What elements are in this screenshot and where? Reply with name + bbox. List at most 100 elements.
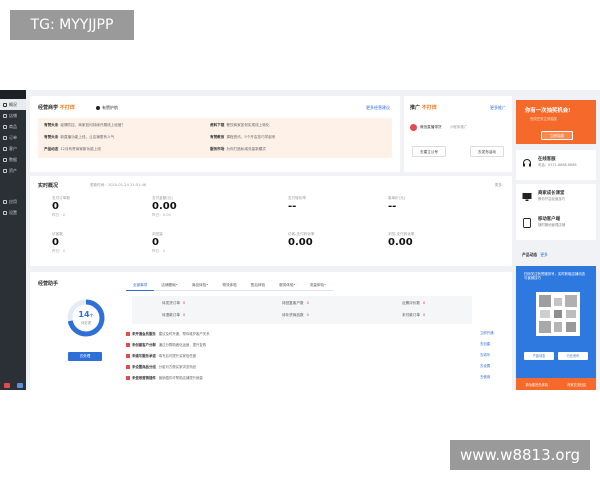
realtime-title: 实时概况 — [38, 183, 59, 189]
sidebar-item-label: 商品 — [9, 123, 17, 129]
ring-center: 14个 待处理 — [78, 310, 94, 326]
task-action-link[interactable]: 去设置 — [480, 363, 490, 370]
todo-ring: 14个 待处理 — [66, 298, 106, 338]
sidebar-item-data[interactable]: 数据 — [0, 154, 26, 165]
gear-icon — [3, 210, 7, 215]
task-action-link[interactable]: 去填写 — [480, 352, 490, 359]
todo-item[interactable]: 近期评价数 0 — [402, 301, 425, 306]
tab-logistics[interactable]: 物流体验 — [215, 280, 244, 291]
sidebar-item-customers[interactable]: 客户 — [0, 143, 26, 154]
tab-all[interactable]: 全部事项 — [126, 280, 155, 291]
list-item[interactable]: 服务市场 为你打造私域流量新模式 — [210, 147, 266, 152]
product-news-more-link[interactable]: 更多 — [540, 252, 548, 257]
alert-icon — [126, 375, 130, 380]
watermark-top: TG: MYYJJPP — [10, 10, 134, 40]
list-item[interactable]: 资料下载 餐饮商家如何实现线上转化 — [210, 123, 270, 128]
task-item: 未创建客户分群 通过分群精细化运营，提升复购 — [126, 341, 206, 348]
watermark-bottom: www.w8813.org — [450, 440, 590, 470]
publish-activity-button[interactable]: 去发布活动 — [470, 146, 504, 157]
live-icon — [410, 124, 417, 131]
todo-item[interactable]: 待发货订单 0 — [162, 301, 185, 306]
industry-news-button[interactable]: 行业资讯 — [558, 352, 588, 360]
order-icon — [3, 135, 7, 140]
tab-goods[interactable]: 商品体验• — [184, 280, 216, 291]
lottery-title: 你有一次抽奖机会! — [525, 108, 571, 114]
stat-visitors: 访客数 0 昨日：0 — [52, 232, 66, 253]
qr-description: 扫码关注有赞服务号，实时获取店铺动态与营销技巧 — [524, 272, 586, 281]
create-account-button[interactable]: 去建立公号 — [412, 146, 446, 157]
task-action-link[interactable]: 去使用 — [480, 374, 490, 381]
monitor-icon — [522, 193, 532, 201]
service-links-card: 商家成长课堂 教你开店经营技巧 移动客户端 随时随地管理店铺 — [516, 184, 596, 240]
qr-code-image — [536, 292, 580, 336]
stat-paid-amount: 支付金额(元) 0.00 昨日：0.00 — [152, 196, 177, 217]
promo-more-link[interactable]: 更多推广 — [490, 105, 506, 111]
notice-list: 有赞头条 疫情防控，商家如何持续开展线上经营？ 资料下载 餐饮商家如何实现线上转化 … — [38, 118, 392, 158]
task-action-link[interactable]: 去创建 — [480, 341, 490, 348]
qr-card-footer: 新功能抢先体验 商家交流社区 — [516, 378, 596, 390]
sidebar-item-settings[interactable]: 设置 — [0, 207, 26, 218]
list-item[interactable]: 产品动态 12月有赞商家新功能上线 — [44, 147, 101, 152]
promotion-panel: 推广 不打烊 更多推广 微信直播带货 小程序推广 去建立公号 去发布活动 — [404, 96, 512, 172]
tab-after-sales[interactable]: 售后体验 — [243, 280, 273, 291]
stat-paid-orders: 支付订单数 0 昨日：0 — [52, 196, 70, 217]
task-item: 未开通会员服务 建议及时开通，帮你维护客户关系 — [126, 330, 210, 337]
sidebar-item-assets[interactable]: 资产 — [0, 165, 26, 176]
notice-more-link[interactable]: 更多经营建议 — [366, 105, 390, 111]
task-action-link[interactable]: 立即开通 — [480, 330, 494, 337]
helper-title: 经营助手 — [38, 281, 59, 287]
tab-service[interactable]: 服务体验• — [272, 280, 303, 291]
product-news-title: 产品动态 更多 — [522, 252, 548, 257]
message-icon[interactable] — [16, 382, 23, 388]
update-time: 更新时间：2020-01-24 23:51:46 — [90, 183, 147, 187]
sidebar-item-overview[interactable]: 概况 — [0, 99, 26, 110]
promo-item[interactable]: 微信直播带货 小程序推广 — [410, 124, 468, 131]
sidebar-item-goods[interactable]: 商品 — [0, 121, 26, 132]
community-link[interactable]: 商家交流社区 — [567, 382, 586, 387]
realtime-more-link[interactable]: 更多 — [495, 183, 502, 188]
admin-dashboard: 概况 店铺 商品 订单 客户 数据 资产 应用 设置 经营商学 不打烊 有赞护航… — [0, 90, 600, 390]
chart-icon — [3, 157, 7, 162]
tab-traffic[interactable]: 流量体验• — [302, 280, 334, 291]
headset-icon — [523, 159, 531, 167]
realtime-overview-panel: 实时概况 更新时间：2020-01-24 23:51:46 更多 支付订单数 0 昨… — [30, 176, 512, 266]
sidebar: 概况 店铺 商品 订单 客户 数据 资产 应用 设置 — [0, 90, 26, 390]
product-news-button[interactable]: 产品动态 — [524, 352, 554, 360]
feature-trial-link[interactable]: 新功能抢先体验 — [526, 382, 548, 387]
todo-grid: 待发货订单 0 待回复客户数 0 近期评价数 0 待退款订单 0 待补货商品数 0 未付款… — [132, 296, 472, 324]
notice-title: 经营商学 不打烊 — [38, 105, 75, 111]
todo-item[interactable]: 待退款订单 0 — [162, 313, 185, 318]
stat-pageviews: 浏览量 0 昨日：0 — [152, 232, 166, 253]
task-item: 未填写服务承诺 填写后可提升买家信任度 — [126, 352, 196, 359]
mobile-app-link[interactable]: 移动客户端 随时随地管理店铺 — [516, 210, 596, 238]
list-item[interactable]: 有赞头条 疫情防控，商家如何持续开展线上经营？ — [44, 123, 125, 128]
list-item[interactable]: 有赞教育 课程资讯，5个开店技巧学起来 — [210, 135, 275, 140]
sidebar-item-orders[interactable]: 订单 — [0, 132, 26, 143]
store-icon — [3, 113, 7, 118]
lottery-card: 你有一次抽奖机会! 完成任务立即抽奖 立即抽奖 — [516, 100, 596, 144]
growth-class-link[interactable]: 商家成长课堂 教你开店经营技巧 — [516, 184, 596, 210]
business-helper-panel: 经营助手 14个 待处理 去处理 全部事项 店铺基础• 商品体验• 物流体验 售… — [30, 272, 512, 390]
stat-conversion-rate: 支付转化率 -- — [288, 196, 306, 212]
sidebar-item-label: 订单 — [9, 134, 17, 140]
list-item[interactable]: 有赞头条 新直播功能上线，让店铺更有人气 — [44, 135, 114, 140]
tab-store-basic[interactable]: 店铺基础• — [154, 280, 185, 291]
stat-visitor-conversion: 访客-支付转化率 0.00 — [288, 232, 315, 248]
todo-item[interactable]: 未付款订单 0 — [402, 313, 425, 318]
notification-icon[interactable] — [3, 382, 10, 388]
tablet-icon — [523, 218, 531, 228]
apps-icon — [3, 199, 7, 204]
lottery-button[interactable]: 立即抽奖 — [541, 131, 573, 140]
sidebar-item-label: 店铺 — [9, 112, 17, 118]
sidebar-item-apps[interactable]: 应用 — [0, 196, 26, 207]
service-online-card[interactable]: 在线客服 电话：0571-8888-8888 — [516, 150, 596, 180]
solve-button[interactable]: 去处理 — [68, 352, 102, 361]
sidebar-footer — [0, 380, 26, 390]
helper-tabs: 全部事项 店铺基础• 商品体验• 物流体验 售后体验 服务体验• 流量体验• — [126, 280, 334, 291]
todo-item[interactable]: 待补货商品数 0 — [282, 313, 309, 318]
todo-item[interactable]: 待回复客户数 0 — [282, 301, 309, 306]
sidebar-item-store[interactable]: 店铺 — [0, 110, 26, 121]
home-icon — [3, 102, 7, 107]
todo-caption: 待处理 — [80, 321, 92, 325]
sidebar-item-label: 数据 — [9, 156, 17, 162]
